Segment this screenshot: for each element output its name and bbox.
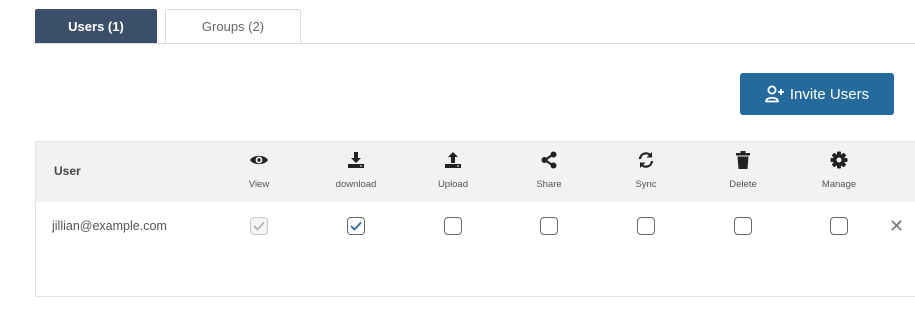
column-label: Manage	[821, 179, 857, 190]
table-row: jillian@example.com ✕	[36, 202, 915, 252]
column-label: Upload	[437, 179, 469, 190]
column-label: Share	[536, 179, 562, 190]
sync-icon	[637, 150, 655, 170]
column-sync: Sync	[611, 142, 681, 202]
tab-divider	[35, 43, 915, 44]
add-user-icon	[764, 85, 785, 103]
manage-checkbox[interactable]	[830, 217, 848, 235]
tab-bar: Users (1) Groups (2)	[35, 9, 301, 45]
column-label: Delete	[729, 179, 757, 190]
upload-checkbox[interactable]	[444, 217, 462, 235]
download-checkbox[interactable]	[347, 217, 365, 235]
checkmark-icon	[253, 221, 265, 231]
column-upload: Upload	[418, 142, 488, 202]
column-label: Sync	[635, 179, 657, 190]
share-checkbox[interactable]	[540, 217, 558, 235]
user-email: jillian@example.com	[52, 219, 167, 233]
column-download: download	[321, 142, 391, 202]
download-icon	[347, 150, 365, 170]
column-share: Share	[514, 142, 584, 202]
column-view: View	[224, 142, 294, 202]
table-header: User View download Upload Share Sync Del…	[36, 142, 915, 202]
permissions-table: User View download Upload Share Sync Del…	[35, 141, 915, 297]
invite-users-label: Invite Users	[789, 85, 870, 103]
tab-users[interactable]: Users (1)	[35, 9, 157, 43]
upload-icon	[444, 150, 462, 170]
remove-user-icon[interactable]: ✕	[889, 217, 904, 235]
user-column-header: User	[54, 164, 81, 178]
share-icon	[541, 150, 557, 170]
view-checkbox	[250, 217, 268, 235]
trash-icon	[736, 150, 750, 170]
column-manage: Manage	[804, 142, 874, 202]
delete-checkbox[interactable]	[734, 217, 752, 235]
eye-icon	[249, 150, 269, 170]
tab-groups[interactable]: Groups (2)	[165, 9, 301, 43]
column-label: View	[248, 179, 270, 190]
more-options-icon[interactable]: ⋮	[911, 79, 915, 106]
sync-checkbox[interactable]	[637, 217, 655, 235]
column-delete: Delete	[708, 142, 778, 202]
column-label: download	[335, 179, 377, 190]
gear-icon	[830, 150, 848, 170]
checkmark-icon	[350, 221, 362, 231]
invite-users-button[interactable]: Invite Users	[740, 73, 894, 115]
